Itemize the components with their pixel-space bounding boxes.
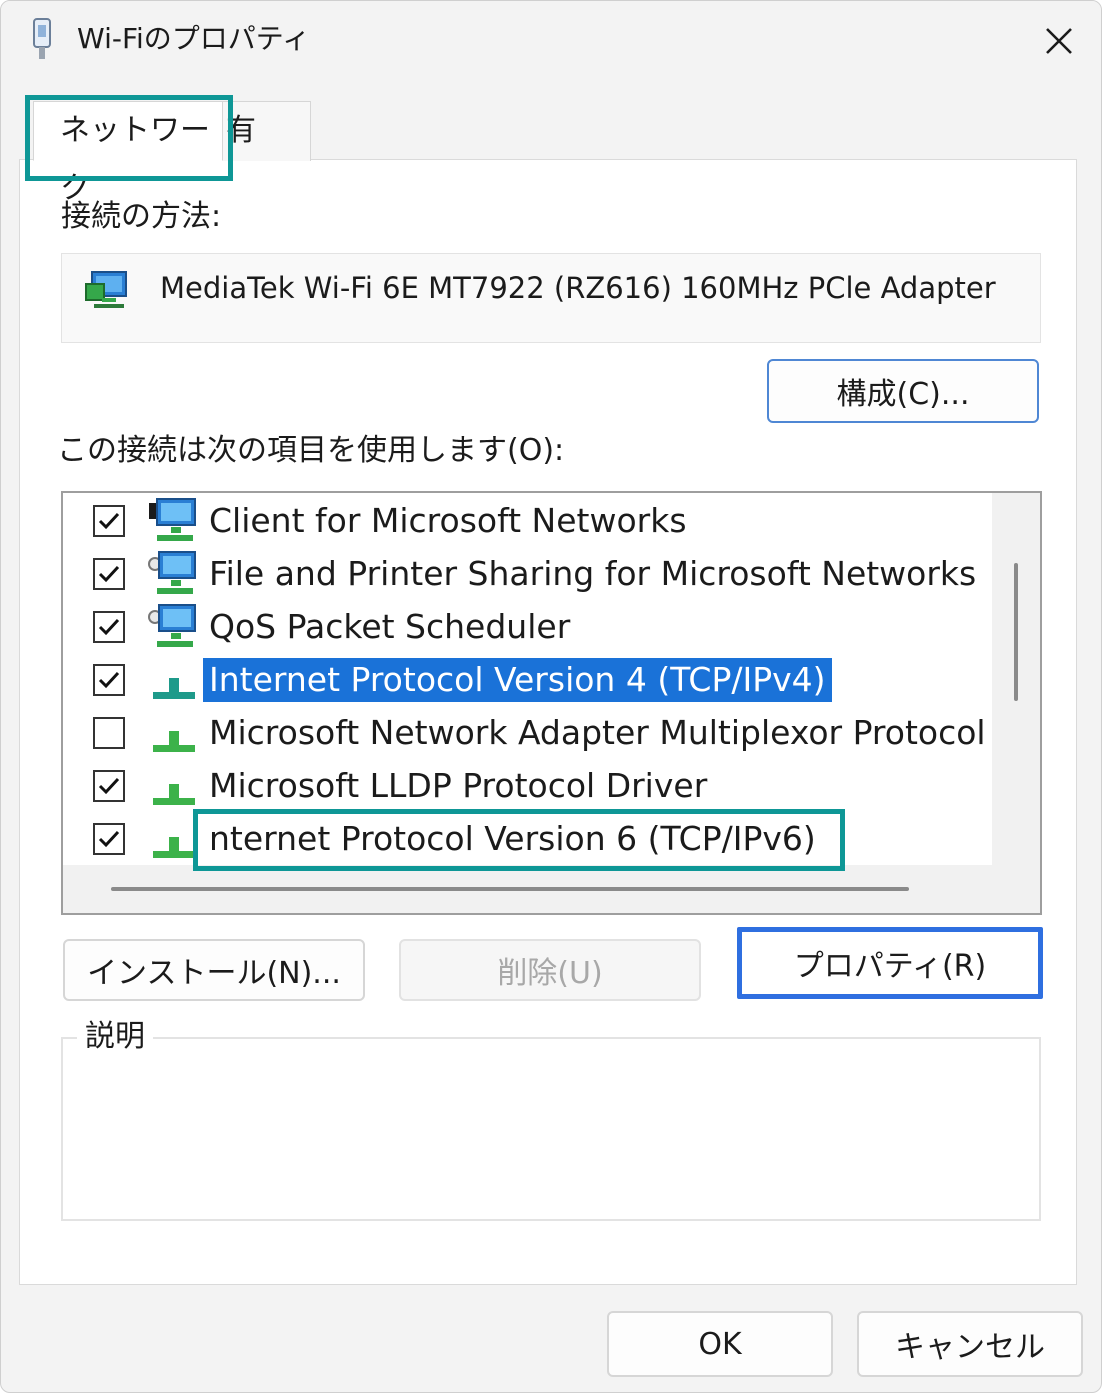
connect-using-label: 接続の方法: [61,199,222,234]
list-item-ipv6[interactable]: nternet Protocol Version 6 (TCP/IPv6) [63,813,993,866]
client-network-icon [149,498,196,541]
vertical-scrollbar-thumb[interactable] [1014,563,1018,701]
configure-button[interactable]: 構成(C)... [767,359,1039,423]
tab-network[interactable]: ネットワーク [33,101,223,206]
list-item-lldp[interactable]: Microsoft LLDP Protocol Driver [63,760,993,813]
dialog-window: Wi-Fiのプロパティ 有 ネットワーク 接続の方法: MediaTek Wi-… [0,0,1102,1393]
checkmark-icon [98,512,120,530]
protocol-icon [153,837,195,858]
checkbox[interactable] [93,558,125,590]
tab-sharing-label: 有 [226,113,256,148]
checkbox[interactable] [93,611,125,643]
list-item-label: Microsoft LLDP Protocol Driver [209,766,708,805]
network-adapter-icon [85,271,127,308]
list-item-qos-packet-scheduler[interactable]: QoS Packet Scheduler [63,601,993,654]
wifi-adapter-icon [33,18,51,59]
ok-button[interactable]: OK [607,1311,833,1377]
list-item-label: Internet Protocol Version 4 (TCP/IPv4) [203,658,832,702]
horizontal-scrollbar-track[interactable] [63,865,1040,913]
service-network-icon [148,551,196,594]
close-button[interactable] [1031,15,1087,67]
checkbox[interactable] [93,664,125,696]
protocol-icon [153,731,195,752]
window-title: Wi-Fiのプロパティ [77,22,311,55]
checkbox[interactable] [93,770,125,802]
checkmark-icon [98,565,120,583]
list-item-label: Microsoft Network Adapter Multiplexor Pr… [209,713,986,752]
list-item-file-printer-sharing[interactable]: File and Printer Sharing for Microsoft N… [63,548,993,601]
checkmark-icon [98,618,120,636]
list-item-multiplexor[interactable]: Microsoft Network Adapter Multiplexor Pr… [63,707,993,760]
checkmark-icon [98,777,120,795]
list-item-label: File and Printer Sharing for Microsoft N… [209,554,977,593]
adapter-name: MediaTek Wi-Fi 6E MT7922 (RZ616) 160MHz … [160,271,996,305]
title-bar: Wi-Fiのプロパティ [1,1,1101,81]
protocol-icon [153,784,195,805]
description-legend: 説明 [77,1017,153,1057]
service-network-icon [148,604,196,647]
install-button[interactable]: インストール(N)... [63,939,365,1001]
cancel-button[interactable]: キャンセル [857,1311,1083,1377]
description-group [61,1037,1041,1221]
protocol-icon [153,678,195,699]
items-label: この接続は次の項目を使用します(O): [57,433,565,468]
remove-button[interactable]: 削除(U) [399,939,701,1001]
checkmark-icon [98,671,120,689]
description-text [63,1039,1039,1119]
checkmark-icon [98,830,120,848]
adapter-field: MediaTek Wi-Fi 6E MT7922 (RZ616) 160MHz … [61,253,1041,343]
list-item-label: Client for Microsoft Networks [209,501,687,540]
close-icon [1046,28,1072,54]
properties-button[interactable]: プロパティ(R) [737,927,1043,999]
checkbox[interactable] [93,823,125,855]
checkbox[interactable] [93,717,125,749]
vertical-scrollbar-track[interactable] [992,493,1040,913]
list-item-client-ms-networks[interactable]: Client for Microsoft Networks [63,495,993,548]
horizontal-scrollbar-thumb[interactable] [111,887,909,891]
checkbox[interactable] [93,505,125,537]
components-list[interactable]: Client for Microsoft Networks File and P… [61,491,1042,915]
list-item-label: nternet Protocol Version 6 (TCP/IPv6) [209,819,816,858]
list-item-label: QoS Packet Scheduler [209,607,571,646]
list-item-ipv4[interactable]: Internet Protocol Version 4 (TCP/IPv4) [63,654,993,707]
